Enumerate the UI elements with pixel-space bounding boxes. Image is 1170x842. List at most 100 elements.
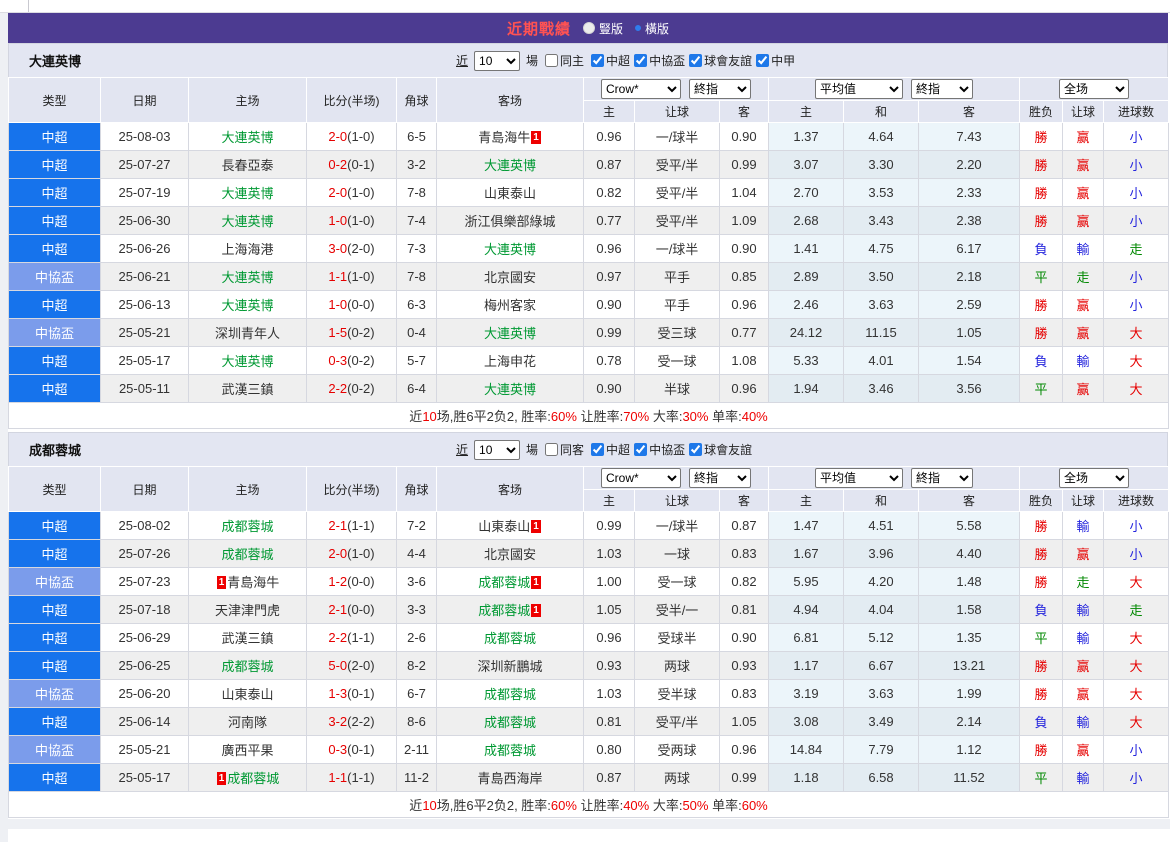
match-type-cell: 中超 (8, 290, 101, 319)
team-name: 大連英博 (221, 270, 274, 285)
col-score: 比分(半场) (306, 466, 397, 512)
avg-draw-cell: 3.50 (843, 262, 919, 291)
team-name: 大連英博 (221, 214, 274, 229)
summary-text: 大率: (649, 409, 683, 424)
average-select[interactable]: 平均值 (815, 468, 904, 488)
average-select[interactable]: 平均值 (815, 79, 904, 99)
layout-radio-vertical[interactable]: 豎版 (582, 20, 623, 37)
away-team-cell: 成都蓉城 (436, 623, 584, 652)
corner-cell: 7-3 (396, 234, 437, 263)
final-average-select[interactable]: 終指 (911, 468, 974, 488)
match-type-cell: 中超 (8, 707, 101, 736)
away-team-cell: 青島西海岸 (436, 763, 584, 792)
league-checkbox[interactable] (689, 54, 703, 67)
summary-text: 单率: (708, 409, 742, 424)
team-name: 成都蓉城 (483, 743, 536, 758)
match-date: 25-07-23 (100, 567, 189, 596)
corner-cell: 6-3 (396, 290, 437, 319)
away-team-cell: 大連英博 (436, 374, 584, 403)
result-outcome-cell: 平 (1019, 262, 1064, 291)
home-team-cell: 大連英博 (188, 122, 307, 151)
league-checkbox[interactable] (689, 443, 703, 456)
recent-link[interactable]: 近 (456, 441, 468, 458)
same-venue-checkbox[interactable] (545, 443, 559, 456)
match-date: 25-06-21 (100, 262, 189, 291)
home-team-cell: 成都蓉城 (188, 539, 307, 568)
league-filter[interactable]: 球會友誼 (689, 441, 752, 458)
result-outcome-cell: 勝 (1019, 178, 1064, 207)
league-label: 中協盃 (649, 443, 686, 457)
result-handicap-cell: 輸 (1062, 511, 1105, 540)
league-checkbox[interactable] (634, 443, 648, 456)
avg-draw-cell: 11.15 (843, 318, 919, 347)
match-type-cell: 中超 (8, 595, 101, 624)
half-score: (1-0) (347, 546, 375, 561)
score-cell: 3-2(2-2) (306, 707, 397, 736)
avg-home-cell: 3.07 (768, 150, 844, 179)
col-result: 胜负 (1019, 489, 1064, 512)
team-name: 成都蓉城 (483, 715, 536, 730)
final-average-select[interactable]: 終指 (911, 79, 974, 99)
result-outcome-cell: 勝 (1019, 679, 1064, 708)
league-checkbox[interactable] (591, 54, 605, 67)
table-row: 中超 25-06-29 武漢三鎮 2-2(1-1) 2-6 成都蓉城 0.96 受球半 0.90… (8, 623, 1170, 652)
team-name: 河南隊 (227, 715, 267, 730)
league-checkbox[interactable] (634, 54, 648, 67)
league-filter[interactable]: 中甲 (756, 52, 795, 69)
full-score: 2-0 (328, 129, 348, 144)
corner-cell: 11-2 (396, 763, 437, 792)
result-handicap-cell: 赢 (1062, 318, 1105, 347)
avg-draw-cell: 3.63 (843, 679, 919, 708)
avg-draw-cell: 3.43 (843, 206, 919, 235)
same-venue-filter[interactable]: 同主 (545, 52, 584, 69)
final-odds-select[interactable]: 終指 (689, 468, 751, 488)
result-handicap-cell: 赢 (1062, 679, 1105, 708)
team-name: 大連英博 (483, 382, 536, 397)
col-handicap: 让球 (634, 100, 720, 123)
league-filter[interactable]: 球會友誼 (689, 52, 752, 69)
avg-away-cell: 2.18 (917, 262, 1021, 291)
recent-count-select[interactable]: 10 (474, 50, 521, 71)
result-handicap-cell: 輸 (1062, 763, 1105, 792)
half-score: (0-1) (347, 742, 375, 757)
league-filter[interactable]: 中超 (591, 441, 630, 458)
same-venue-checkbox[interactable] (545, 54, 559, 67)
scope-select[interactable]: 全场 (1059, 79, 1130, 99)
league-filter[interactable]: 中超 (591, 52, 630, 69)
result-handicap-cell: 赢 (1062, 735, 1105, 764)
handicap-cell: 两球 (634, 651, 720, 680)
home-team-cell: 大連英博 (188, 290, 307, 319)
recent-link[interactable]: 近 (456, 52, 468, 69)
league-filter[interactable]: 中協盃 (634, 441, 685, 458)
odds-away-cell: 0.96 (719, 735, 769, 764)
recent-count-select[interactable]: 10 (474, 439, 521, 460)
bookmaker-select[interactable]: Crow* (601, 468, 681, 488)
section-header: 成都蓉城 近 10 場 同客 中超 中協盃 球會友誼 (8, 432, 1168, 466)
match-date: 25-06-25 (100, 651, 189, 680)
final-odds-select[interactable]: 終指 (689, 79, 751, 99)
average-group-header: 平均值 終指 (767, 77, 1021, 101)
league-filter[interactable]: 中協盃 (634, 52, 685, 69)
league-label: 球會友誼 (704, 54, 753, 68)
scope-select[interactable]: 全场 (1059, 468, 1130, 488)
score-cell: 1-1(1-1) (306, 763, 397, 792)
league-checkbox[interactable] (591, 443, 605, 456)
full-score: 5-0 (328, 658, 348, 673)
col-odds-home: 主 (583, 100, 635, 123)
result-outcome-cell: 勝 (1019, 122, 1064, 151)
full-score: 1-1 (328, 269, 348, 284)
radio-unselected-icon[interactable] (582, 22, 595, 34)
away-team-cell: 成都蓉城 1 (436, 595, 584, 624)
bookmaker-select[interactable]: Crow* (601, 79, 681, 99)
full-score: 3-2 (328, 714, 348, 729)
score-cell: 2-1(0-0) (306, 595, 397, 624)
same-venue-filter[interactable]: 同客 (545, 441, 584, 458)
layout-radio-horizontal[interactable]: 橫版 (635, 20, 669, 37)
odds-away-cell: 1.09 (719, 206, 769, 235)
home-team-cell: 大連英博 (188, 206, 307, 235)
radio-selected-icon[interactable] (635, 25, 641, 31)
team-name: 北京國安 (483, 270, 536, 285)
full-score: 2-2 (328, 630, 348, 645)
odds-home-cell: 1.05 (583, 595, 635, 624)
league-checkbox[interactable] (756, 54, 770, 67)
